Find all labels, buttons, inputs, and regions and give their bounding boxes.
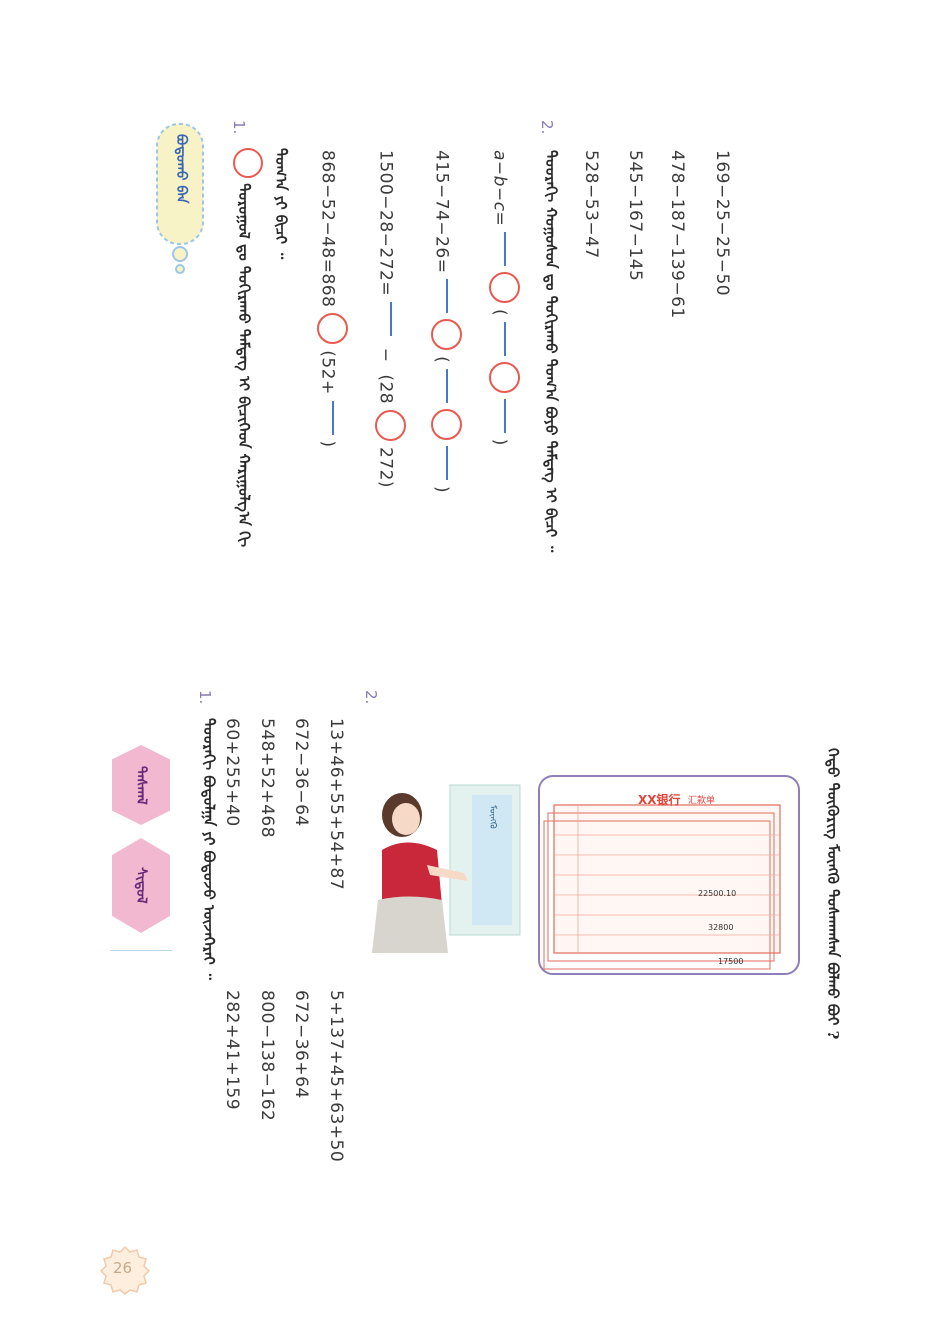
page-number: 26 xyxy=(113,1259,133,1277)
divider-line xyxy=(110,950,172,951)
circle-3a[interactable] xyxy=(375,410,406,442)
fill-line-2: 415−74−26= ( ) xyxy=(428,150,465,493)
girl-illustration xyxy=(372,784,521,953)
amount-2: 32800 xyxy=(708,923,734,932)
fill-line-1-open: ( xyxy=(489,309,510,317)
thinking-bubble: ᠪᠣᠳᠤᠬᠤ ᠪᠠᠨ xyxy=(155,122,205,277)
expression-1: 169−25−25−50 xyxy=(712,150,732,297)
exercise-2-left-4: 60+255+40 xyxy=(222,718,242,827)
bank-slip-bubble: XX银行 汇款单 22500.10 32800 17500 xyxy=(538,775,800,975)
thinking-bubble-text: ᠪᠣᠳᠤᠬᠤ ᠪᠠᠨ xyxy=(173,134,189,204)
exercise-2-left-1: 13+46+55+54+87 xyxy=(326,718,346,891)
circle-2a[interactable] xyxy=(431,319,462,351)
fill-line-3-close: 272) xyxy=(375,446,396,489)
section-tag-practice-label: ᠳᠠᠰᠬᠠᠯ xyxy=(133,765,149,805)
exercise-2-right-4: 282+41+159 xyxy=(222,990,242,1111)
fill-line-3-open: (28 xyxy=(375,374,396,405)
expression-2: 478−187−139−61 xyxy=(667,150,687,319)
blank-2c[interactable] xyxy=(445,446,448,481)
blank-3a[interactable] xyxy=(389,301,392,336)
bank-title: XX银行 xyxy=(638,793,681,807)
blank-2a[interactable] xyxy=(445,279,448,314)
fill-line-4-prefix: 868−52−48=868 xyxy=(317,150,338,308)
amount-1: 22500.10 xyxy=(698,889,737,898)
exercise-2-left-2: 672−36−64 xyxy=(291,718,311,827)
section-tag-exercise: ᠰᠢᠳᠤᠯ xyxy=(112,838,170,933)
question-2-label: 2. xyxy=(538,120,556,135)
question-1-instruction-line2: ᠲᠣᠭ᠎ᠠ ᠶᠢ ᠪᠢᠴᠢ ᠃ xyxy=(272,148,290,260)
amount-3: 17500 xyxy=(718,957,744,966)
expression-3: 545−167−145 xyxy=(625,150,645,282)
blank-1a[interactable] xyxy=(503,232,506,267)
bank-subtitle: 汇款单 xyxy=(688,796,716,806)
exercise-2-label: 2. xyxy=(362,690,380,705)
top-question: ᠬᠡᠳᠦ ᠲᠥᠭᠦᠷᠢᠭ ᠮᠥᠩᠭᠦ ᠳᠤᠰᠬᠠᠭᠰᠠᠨ ᠪᠣᠯᠬᠤ ᠪᠤᠢ ? xyxy=(824,748,842,1040)
circle-1b[interactable] xyxy=(489,361,520,393)
exercise-2-right-3: 800−138−162 xyxy=(257,990,277,1122)
circle-4a[interactable] xyxy=(317,313,348,345)
blank-1c[interactable] xyxy=(503,398,506,433)
exercise-2-right-1: 5+137+45+63+50 xyxy=(326,990,346,1163)
exercise-2-right-2: 672−36+64 xyxy=(291,990,311,1099)
fill-line-3-minus: − xyxy=(375,347,396,363)
exercise-1-label: 1. xyxy=(196,690,214,705)
fill-line-4-close: ) xyxy=(317,440,338,448)
fill-line-1-close: ) xyxy=(489,438,510,446)
question-1-circle xyxy=(233,148,263,178)
page-number-badge: 26 xyxy=(99,1245,151,1295)
fill-line-2-open: ( xyxy=(431,356,452,364)
blank-1b[interactable] xyxy=(503,322,506,357)
fill-line-1-prefix: a−b−c= xyxy=(489,150,510,227)
fill-line-4-open: (52+ xyxy=(317,350,338,395)
blank-4a[interactable] xyxy=(331,400,334,435)
question-1-instruction: ᠳᠣᠷᠣᠭᠣᠯ ᠳᠤ ᠲᠣᠬᠢᠷᠠᠬᠤ ᠲᠡᠮᠳᠡᠭ ᠢ ᠪᠢᠴᠢᠭᠡᠳ ᠬᠠᠷ… xyxy=(230,148,266,547)
question-2-instruction: ᠳᠣᠣᠷᠠᠬᠢ ᠬᠣᠭᠣᠰᠣᠨ ᠳᠤ ᠲᠣᠬᠢᠷᠠᠬᠤ ᠲᠣᠭ᠎ᠠ ᠪᠤᠶᠤ ᠲ… xyxy=(542,150,560,553)
question-1-text: ᠳᠣᠷᠣᠭᠣᠯ ᠳᠤ ᠲᠣᠬᠢᠷᠠᠬᠤ ᠲᠡᠮᠳᠡᠭ ᠢ ᠪᠢᠴᠢᠭᠡᠳ ᠬᠠᠷ… xyxy=(235,183,253,547)
expression-4: 528−53−47 xyxy=(581,150,601,259)
section-tag-exercise-label: ᠰᠢᠳᠤᠯ xyxy=(133,867,149,904)
counter-sign: ᠮᠥᠩᠭᠦ xyxy=(487,805,497,829)
fill-line-4: 868−52−48=868 (52+ ) xyxy=(314,150,351,448)
circle-2b[interactable] xyxy=(431,409,462,441)
fill-line-2-close: ) xyxy=(431,485,452,494)
girl-at-counter: ᠮᠥᠩᠭᠦ xyxy=(372,775,522,955)
fill-line-2-prefix: 415−74−26= xyxy=(431,150,452,274)
fill-line-3: 1500−28−272= − (28 272) xyxy=(372,150,409,488)
section-tag-practice: ᠳᠠᠰᠬᠠᠯ xyxy=(112,745,170,825)
fill-line-1: a−b−c= ( ) xyxy=(486,150,523,446)
blank-2b[interactable] xyxy=(445,369,448,404)
exercise-2-left-3: 548+52+468 xyxy=(257,718,277,839)
circle-1a[interactable] xyxy=(489,272,520,304)
exercise-1-instruction: ᠳᠣᠣᠷᠠᠬᠢ ᠪᠣᠳᠤᠯᠭᠠ ᠶᠢ ᠪᠣᠳᠤᠵᠤ ᠦᠵᠡᠭᠡᠷᠡᠢ ᠃ xyxy=(200,718,218,980)
fill-line-3-prefix: 1500−28−272= xyxy=(375,150,396,297)
question-1-label: 1. xyxy=(230,120,248,135)
